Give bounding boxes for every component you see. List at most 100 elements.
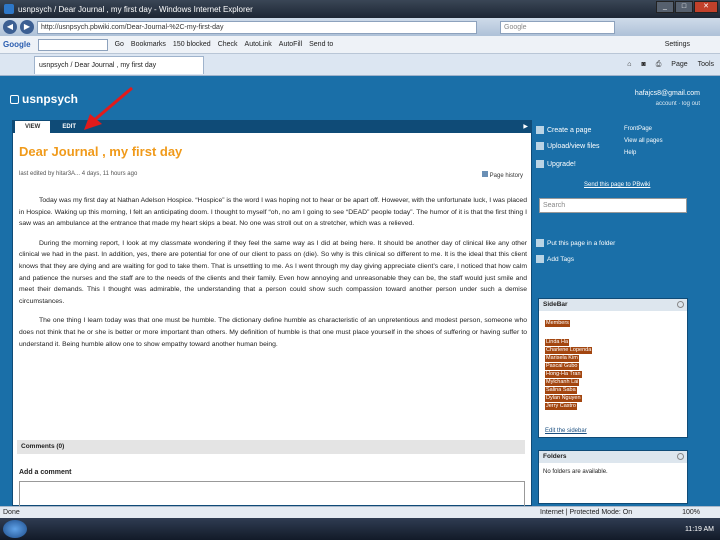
back-arrow-icon[interactable]: ◀ xyxy=(3,20,17,34)
collapse-icon[interactable] xyxy=(677,453,684,460)
red-arrow-annotation xyxy=(84,86,133,130)
window-title: usnpsych / Dear Journal , my first day -… xyxy=(18,4,253,14)
paragraph: The one thing I learn today was that one… xyxy=(19,317,527,348)
google-toolbar: Google Go Bookmarks 150 blocked Check Au… xyxy=(0,36,720,54)
member-item[interactable]: Hong-Ha Tran xyxy=(545,371,582,378)
sidebar-search-input[interactable]: Search xyxy=(539,198,687,213)
google-search-input[interactable] xyxy=(37,38,108,51)
folders-widget-title: Folders xyxy=(543,453,567,460)
paragraph: During the morning report, I look at my … xyxy=(19,239,527,305)
journal-body: Today was my first day at Nathan Adelson… xyxy=(19,195,527,358)
account-info: hafajcs8@gmail.com account · log out xyxy=(635,89,700,109)
member-item[interactable]: Marisela Kim xyxy=(545,355,579,362)
folder-icon xyxy=(536,239,544,247)
folders-widget: Folders No folders are available. xyxy=(538,450,688,504)
taskbar-clock: 11:19 AM xyxy=(684,525,714,533)
account-links[interactable]: account · log out xyxy=(635,99,700,109)
address-bar: ◀ ▶ http://usnpsych.pbwiki.com/Dear-Jour… xyxy=(0,18,720,36)
url-input[interactable]: http://usnpsych.pbwiki.com/Dear-Journal-… xyxy=(37,20,477,34)
panel-arrow-icon[interactable]: ▶ xyxy=(523,121,531,133)
members-label: Members xyxy=(545,320,570,327)
member-item[interactable]: Mylchanh Lai xyxy=(545,379,580,386)
settings-button[interactable]: Settings xyxy=(665,41,690,48)
search-input[interactable]: Google xyxy=(500,20,615,34)
tab-title: usnpsych / Dear Journal , my first day xyxy=(39,61,157,69)
browser-tab[interactable]: usnpsych / Dear Journal , my first day xyxy=(34,55,204,74)
account-email: hafajcs8@gmail.com xyxy=(634,90,700,97)
tools-menu[interactable]: Tools xyxy=(698,61,714,69)
sidebar-widget-header: SideBar xyxy=(539,299,687,311)
member-item[interactable]: Salina Saba xyxy=(545,387,577,394)
folders-widget-header: Folders xyxy=(539,451,687,463)
autofill-button[interactable]: AutoFill xyxy=(279,41,302,48)
page-menu[interactable]: Page xyxy=(671,61,687,69)
upgrade-icon xyxy=(536,160,544,168)
window-titlebar: usnpsych / Dear Journal , my first day -… xyxy=(0,0,720,18)
maximize-button[interactable]: □ xyxy=(675,1,693,13)
send-to-button[interactable]: Send to xyxy=(309,41,333,48)
create-page-label: Create a page xyxy=(547,126,592,134)
tab-bar: usnpsych / Dear Journal , my first day ⌂… xyxy=(0,54,720,76)
frontpage-link[interactable]: FrontPage xyxy=(624,126,652,132)
command-bar: ⌂ ◙ ⎙ Page Tools xyxy=(627,61,720,69)
create-page-link[interactable]: Create a page xyxy=(536,126,591,134)
security-zone: Internet | Protected Mode: On xyxy=(540,509,633,516)
start-button[interactable] xyxy=(3,520,27,538)
upload-files-link[interactable]: Upload/view files xyxy=(536,142,600,150)
site-logo[interactable]: usnpsych xyxy=(10,92,78,106)
forward-arrow-icon[interactable]: ▶ xyxy=(20,20,34,34)
upgrade-label: Upgrade! xyxy=(547,160,576,168)
site-logo-icon xyxy=(10,94,19,104)
comments-header[interactable]: Comments (0) xyxy=(17,440,525,454)
popup-blocked-button[interactable]: 150 blocked xyxy=(173,41,211,48)
home-icon[interactable]: ⌂ xyxy=(627,61,631,69)
page-title: Dear Journal , my first day xyxy=(19,144,183,159)
add-tags-label: Add Tags xyxy=(547,255,574,263)
page-history-link[interactable]: Page history xyxy=(482,171,523,179)
sidebar-widget-title: SideBar xyxy=(543,301,568,308)
member-item[interactable]: Pascal Gubo xyxy=(545,363,579,370)
autolink-button[interactable]: AutoLink xyxy=(245,41,272,48)
main-panel: VIEW EDIT ▶ Dear Journal , my first day … xyxy=(12,120,532,507)
comment-textarea[interactable] xyxy=(19,481,525,507)
print-icon[interactable]: ⎙ xyxy=(656,61,662,69)
view-all-pages-link[interactable]: View all pages xyxy=(624,138,663,144)
paragraph: Today was my first day at Nathan Adelson… xyxy=(19,197,527,228)
folder-label: Put this page in a folder xyxy=(547,239,616,247)
close-button[interactable]: ✕ xyxy=(694,1,718,13)
tab-view[interactable]: VIEW xyxy=(15,121,51,133)
member-item[interactable]: Jerry Castro xyxy=(545,403,577,410)
go-button[interactable]: Go xyxy=(115,41,124,48)
feeds-icon[interactable]: ◙ xyxy=(641,61,645,69)
add-comment-label: Add a comment xyxy=(19,469,72,476)
add-tags-link[interactable]: Add Tags xyxy=(536,255,574,263)
spell-check-button[interactable]: Check xyxy=(218,41,238,48)
members-list: Linda Ha Charlene Lopenda Marisela Kim P… xyxy=(539,339,687,410)
sidebar-widget: SideBar Members Linda Ha Charlene Lopend… xyxy=(538,298,688,438)
edit-sidebar-link[interactable]: Edit the sidebar xyxy=(545,428,587,434)
edit-meta: last edited by hitar3A... 4 days, 11 hou… xyxy=(19,171,138,177)
zoom-level[interactable]: 100% xyxy=(682,509,700,516)
taskbar: 11:19 AM xyxy=(0,518,720,540)
collapse-icon[interactable] xyxy=(677,301,684,308)
folder-link[interactable]: Put this page in a folder xyxy=(536,239,615,247)
ie-icon xyxy=(4,4,14,14)
google-logo: Google xyxy=(3,40,31,49)
send-page-link[interactable]: Send this page to PBwiki xyxy=(584,182,650,188)
help-link[interactable]: Help xyxy=(624,150,636,156)
member-item[interactable]: Linda Ha xyxy=(545,339,570,346)
site-name: usnpsych xyxy=(22,92,79,106)
upload-icon xyxy=(536,142,544,150)
member-item[interactable]: Dylan Nguyen xyxy=(545,395,582,402)
status-text: Done xyxy=(3,509,20,516)
tag-icon xyxy=(536,255,544,263)
status-bar: Done Internet | Protected Mode: On 100% xyxy=(0,506,720,518)
member-item[interactable]: Charlene Lopenda xyxy=(545,347,593,354)
members-heading: Members xyxy=(539,317,687,327)
upload-label: Upload/view files xyxy=(547,142,600,150)
minimize-button[interactable]: _ xyxy=(656,1,674,13)
bookmarks-button[interactable]: Bookmarks xyxy=(131,41,166,48)
window-controls: _ □ ✕ xyxy=(656,1,718,13)
upgrade-link[interactable]: Upgrade! xyxy=(536,160,576,168)
folders-empty-text: No folders are available. xyxy=(543,469,608,475)
